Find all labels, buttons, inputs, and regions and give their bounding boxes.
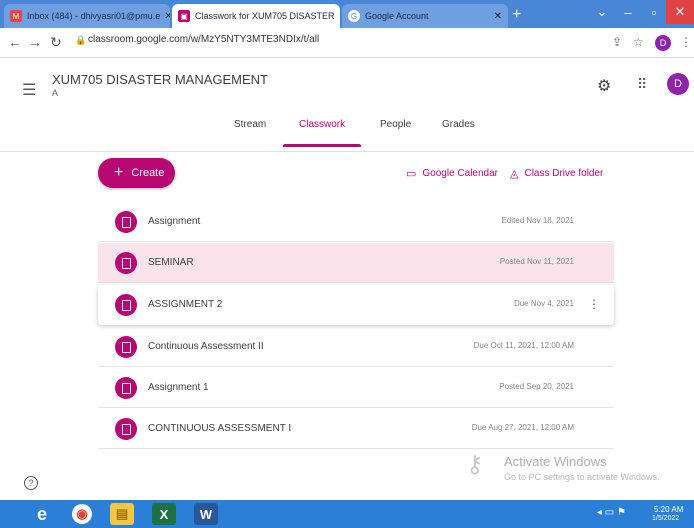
excel-icon[interactable]: X (152, 503, 176, 525)
item-title: Assignment 1 (148, 382, 209, 393)
clock-time[interactable]: 5:20 AM (654, 505, 683, 514)
help-icon[interactable]: ? (24, 476, 38, 490)
assignment-icon (115, 377, 137, 399)
windows-key-icon: ⚷ (466, 451, 484, 478)
tab-label: Google Account (365, 11, 429, 21)
list-item[interactable]: Continuous Assessment II Due Oct 11, 202… (98, 327, 614, 367)
tab-classwork-nav[interactable]: Classwork (299, 119, 345, 130)
close-tab-icon[interactable]: ✕ (160, 11, 170, 22)
item-status: Due Aug 27, 2021, 12:00 AM (471, 423, 574, 432)
assignment-icon (115, 252, 137, 274)
item-title: Continuous Assessment II (148, 341, 264, 352)
tab-google-account[interactable]: G Google Account ✕ (342, 4, 508, 28)
windows-taskbar: e ◉ ▤ X W ◂ ▭ ⚑ 5:20 AM 1/5/2022 (0, 500, 694, 528)
file-explorer-icon[interactable]: ▤ (110, 503, 134, 525)
google-icon: G (348, 10, 360, 22)
forward-icon[interactable]: → (28, 34, 42, 50)
ie-icon[interactable]: e (30, 503, 54, 525)
close-window-icon[interactable]: ✕ (666, 0, 694, 24)
close-tab-icon[interactable]: ✕ (335, 11, 340, 22)
assignment-icon (115, 211, 137, 233)
classroom-icon: ▣ (178, 10, 190, 22)
tab-people[interactable]: People (380, 119, 411, 130)
item-title: SEMINAR (148, 257, 194, 268)
minimize-icon[interactable]: – (614, 0, 642, 24)
calendar-icon: ▭ (406, 168, 417, 180)
classroom-header: ☰ XUM705 DISASTER MANAGEMENT A ⚙ ⠿ D Str… (0, 58, 694, 152)
assignment-icon (115, 294, 137, 316)
assignment-icon (115, 336, 137, 358)
plus-icon: + (114, 164, 124, 181)
avatar[interactable]: D (667, 73, 689, 95)
word-icon[interactable]: W (194, 503, 218, 525)
tab-classwork[interactable]: ▣ Classwork for XUM705 DISASTER ✕ (172, 4, 340, 28)
bookmark-star-icon[interactable]: ☆ (633, 35, 644, 49)
address-bar-row: ← → ↻ 🔒 classroom.google.com/w/MzY5NTY3M… (0, 28, 694, 58)
share-icon[interactable]: ⇪ (612, 35, 622, 49)
item-title: CONTINUOUS ASSESSMENT I (148, 423, 292, 434)
list-item[interactable]: SEMINAR Posted Nov 11, 2021 (98, 243, 614, 283)
new-tab-button[interactable]: + (512, 6, 521, 24)
browser-profile-avatar[interactable]: D (655, 35, 671, 51)
tab-search-icon[interactable]: ⌄ (588, 0, 616, 24)
item-status: Due Nov 4, 2021 (513, 299, 574, 308)
close-tab-icon[interactable]: ✕ (490, 11, 502, 22)
system-tray-icons[interactable]: ◂ ▭ ⚑ (597, 507, 626, 518)
class-title[interactable]: XUM705 DISASTER MANAGEMENT (52, 72, 268, 87)
maximize-icon[interactable]: ▫ (640, 0, 668, 24)
drive-icon: ◬ (510, 168, 519, 180)
chrome-icon[interactable]: ◉ (72, 504, 92, 524)
list-item[interactable]: Assignment 1 Posted Sep 20, 2021 (98, 368, 614, 408)
create-button[interactable]: + Create (98, 158, 175, 188)
calendar-link-label: Google Calendar (422, 168, 499, 179)
class-section: A (52, 88, 59, 98)
list-item[interactable]: Assignment Edited Nov 18, 2021 (98, 202, 614, 242)
google-calendar-link[interactable]: ▭ Google Calendar (406, 167, 498, 180)
create-label: Create (131, 167, 165, 179)
reload-icon[interactable]: ↻ (50, 34, 62, 51)
activate-windows-subtitle: Go to PC settings to activate Windows. (504, 472, 660, 482)
item-status: Posted Sep 20, 2021 (499, 382, 574, 391)
tab-label: Inbox (484) - dhivyasri01@pmu.e (27, 11, 161, 21)
item-status: Due Oct 11, 2021, 12:00 AM (473, 341, 574, 350)
gear-icon[interactable]: ⚙ (597, 76, 611, 96)
browser-menu-icon[interactable]: ⋮ (680, 35, 692, 49)
tab-stream[interactable]: Stream (234, 119, 266, 130)
apps-grid-icon[interactable]: ⠿ (637, 76, 647, 93)
tab-inbox[interactable]: M Inbox (484) - dhivyasri01@pmu.e ✕ (4, 4, 170, 28)
list-item[interactable]: ASSIGNMENT 2 Due Nov 4, 2021 ⋮ (98, 285, 614, 325)
drive-link-label: Class Drive folder (524, 168, 604, 179)
activate-windows-title: Activate Windows (504, 454, 607, 469)
hamburger-menu-icon[interactable]: ☰ (22, 80, 36, 100)
lock-icon: 🔒 (75, 35, 87, 45)
clock-date[interactable]: 1/5/2022 (652, 515, 679, 522)
gmail-icon: M (10, 10, 22, 22)
class-drive-folder-link[interactable]: ◬ Class Drive folder (510, 167, 603, 180)
browser-tab-strip: M Inbox (484) - dhivyasri01@pmu.e ✕ ▣ Cl… (0, 0, 694, 28)
more-options-icon[interactable]: ⋮ (588, 297, 600, 311)
back-icon[interactable]: ← (8, 34, 22, 50)
list-item[interactable]: CONTINUOUS ASSESSMENT I Due Aug 27, 2021… (98, 409, 614, 449)
active-tab-indicator (283, 144, 361, 147)
assignment-icon (115, 418, 137, 440)
item-status: Edited Nov 18, 2021 (501, 216, 575, 225)
item-title: Assignment (148, 216, 201, 227)
tab-grades[interactable]: Grades (442, 119, 475, 130)
url-field[interactable]: classroom.google.com/w/MzY5NTY3MTE3NDIx/… (88, 34, 319, 45)
item-status: Posted Nov 11, 2021 (499, 257, 574, 266)
item-title: ASSIGNMENT 2 (148, 299, 223, 310)
tab-label: Classwork for XUM705 DISASTER (195, 11, 335, 21)
